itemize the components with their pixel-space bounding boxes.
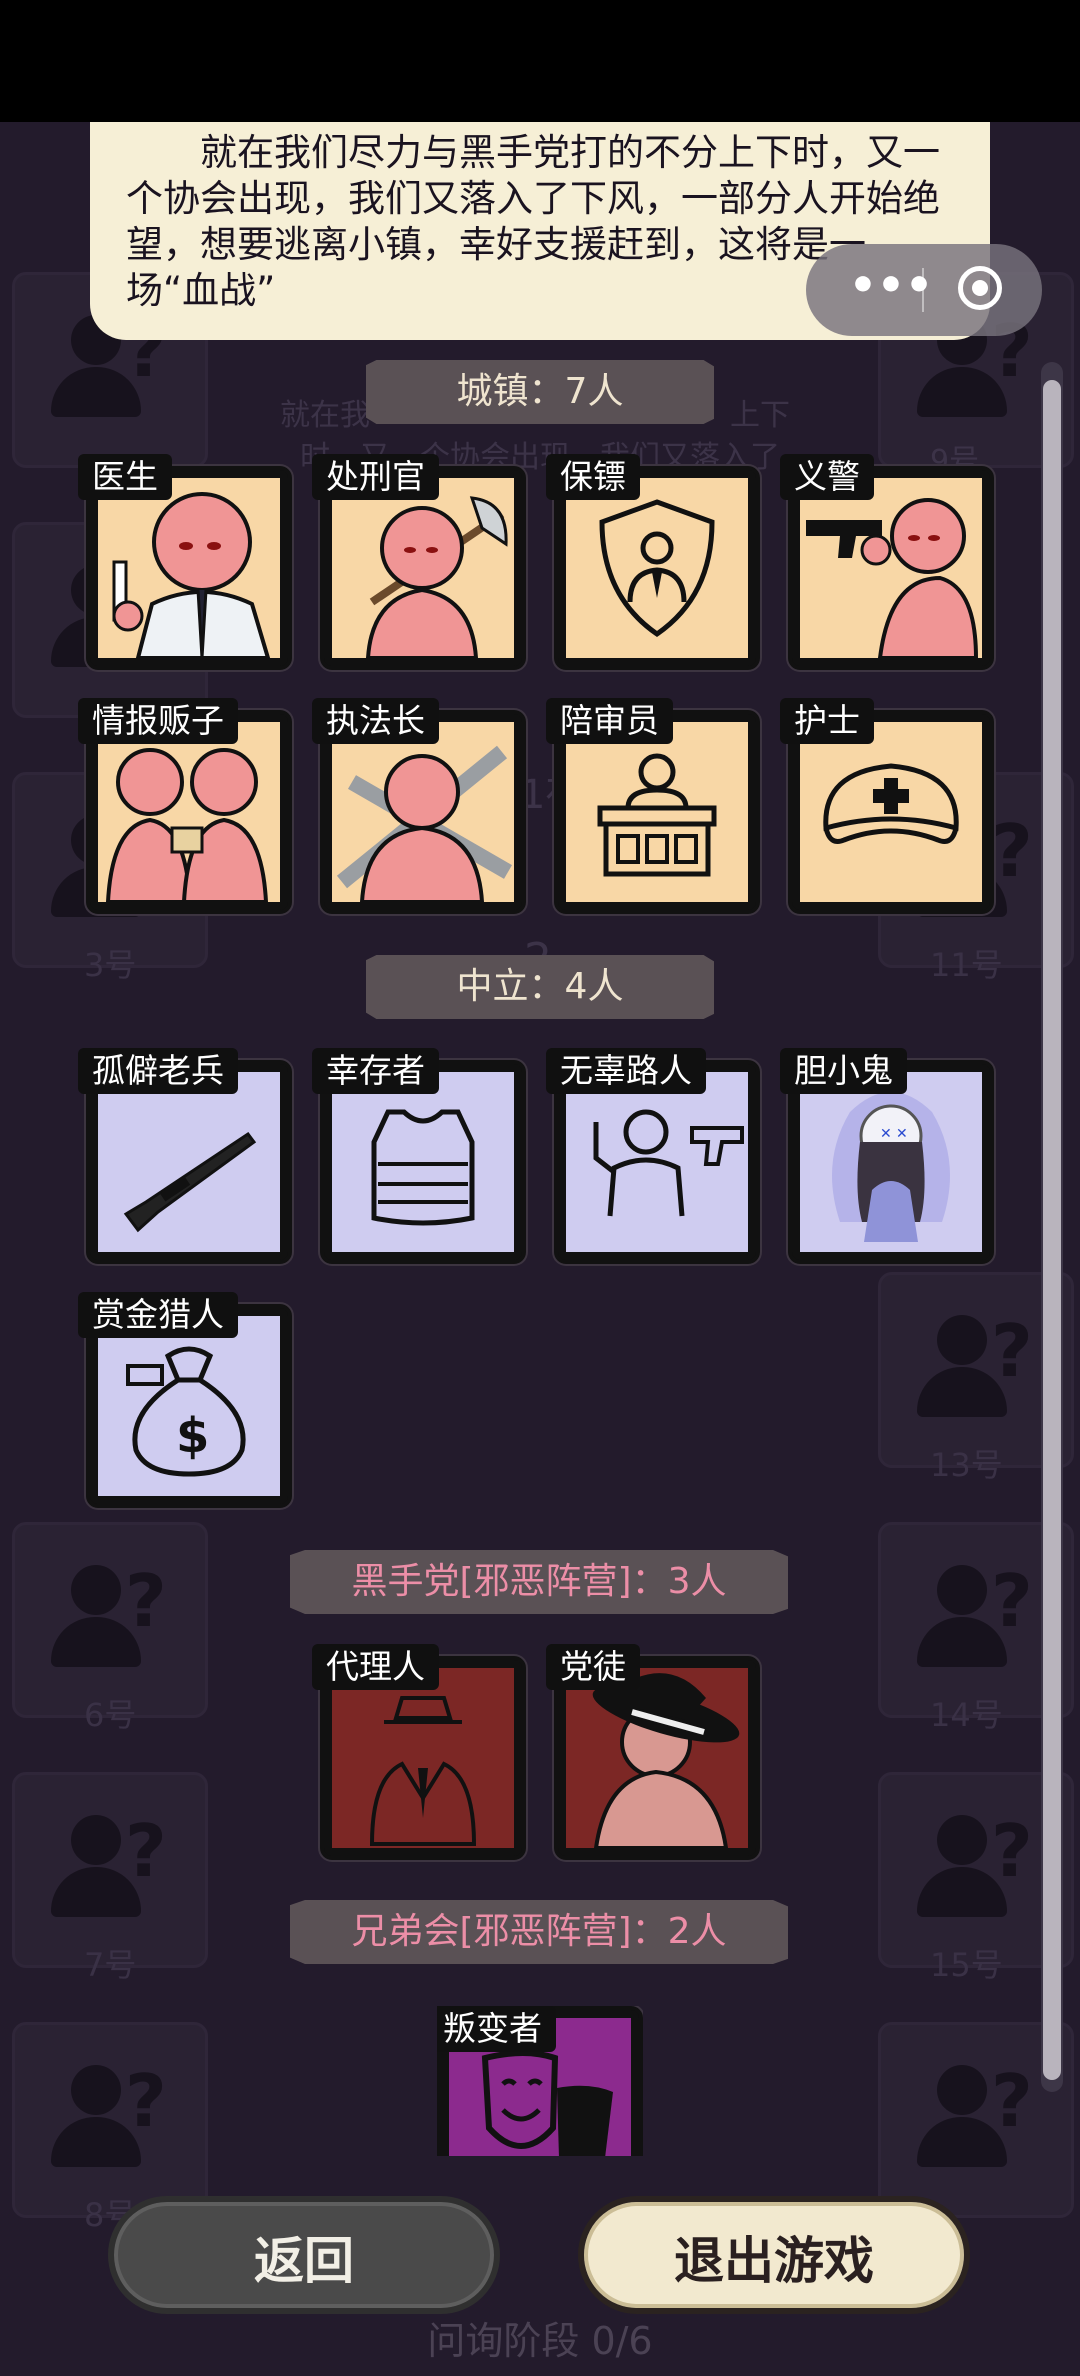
bg-story-fragment: 上下 [730, 398, 790, 433]
ghost-girl-icon: ✕ ✕ [832, 1092, 950, 1242]
seat-number: 6号 [84, 1696, 137, 1734]
card-art [566, 1072, 748, 1252]
hands-up-gun-icon [593, 1109, 744, 1217]
card-art: ✕ ✕ [800, 1072, 982, 1252]
card-art [332, 1668, 514, 1848]
role-card-mafioso[interactable]: 党徒 [546, 1644, 760, 1860]
card-art [98, 722, 280, 902]
jury-podium-icon [597, 753, 717, 877]
shield-icon [599, 499, 715, 638]
role-card-traitor[interactable]: 叛变者 [437, 2006, 643, 2156]
pistol-icon [806, 498, 979, 658]
informant-icon [105, 748, 269, 902]
card-art [566, 1668, 748, 1848]
role-card-informant[interactable]: 情报贩子 [78, 698, 292, 914]
seat-number: 11号 [930, 946, 1003, 984]
card-art [98, 478, 280, 658]
seat-number: 14号 [930, 1696, 1003, 1734]
bg-story-fragment: 就在我 [280, 398, 370, 433]
role-card-bystander[interactable]: 无辜路人 [546, 1048, 760, 1264]
seat-number: 15号 [930, 1946, 1003, 1984]
role-label: 无辜路人 [546, 1048, 706, 1094]
phase-indicator: 问询阶段 0/6 [427, 2319, 653, 2363]
role-card-doctor[interactable]: 医生 [78, 454, 292, 670]
fedora-man-icon [592, 1673, 740, 1848]
card-art [332, 1072, 514, 1252]
svg-text:✕: ✕ [880, 1126, 892, 1142]
group-header-town: 城镇：7人 [366, 360, 714, 424]
role-card-consigliere[interactable]: 代理人 [312, 1644, 526, 1860]
seat-slot: ? [12, 1522, 208, 1718]
suit-hat-icon [369, 1696, 477, 1846]
seat-number: 3号 [84, 946, 137, 984]
role-label: 护士 [780, 698, 874, 744]
role-label: 赏金猎人 [78, 1292, 238, 1338]
role-card-vigilante[interactable]: 义警 [780, 454, 994, 670]
rifle-icon [123, 1131, 257, 1233]
role-card-juror[interactable]: 陪审员 [546, 698, 760, 914]
role-card-bodyguard[interactable]: 保镖 [546, 454, 760, 670]
role-card-marshal[interactable]: 执法长 [312, 698, 526, 914]
role-label: 情报贩子 [78, 698, 238, 744]
capsule-divider [922, 268, 924, 312]
doctor-icon [112, 492, 271, 658]
axe-icon [365, 496, 508, 658]
group-header-brotherhood: 兄弟会[邪恶阵营]：2人 [290, 1900, 788, 1964]
role-card-survivor[interactable]: 幸存者 [312, 1048, 526, 1264]
seat-slot: ? [12, 2022, 208, 2218]
role-label: 处刑官 [312, 454, 439, 500]
scrollbar-thumb[interactable] [1043, 380, 1061, 2080]
role-label: 孤僻老兵 [78, 1048, 238, 1094]
seat-slot: ? [12, 1772, 208, 1968]
role-card-bounty-hunter[interactable]: $ 赏金猎人 [78, 1292, 292, 1508]
seat-number: 13号 [930, 1446, 1003, 1484]
bulletproof-vest-icon [371, 1109, 475, 1226]
money-bag-icon: $ [126, 1346, 246, 1477]
role-label: 幸存者 [312, 1048, 439, 1094]
card-art [566, 478, 748, 658]
status-bar [0, 0, 1080, 122]
role-label: 叛变者 [437, 2006, 556, 2052]
role-label: 执法长 [312, 698, 439, 744]
card-art [800, 722, 982, 902]
group-header-neutral: 中立：4人 [366, 955, 714, 1019]
role-card-coward[interactable]: ✕ ✕ 胆小鬼 [780, 1048, 994, 1264]
role-card-veteran[interactable]: 孤僻老兵 [78, 1048, 292, 1264]
role-label: 党徒 [546, 1644, 640, 1690]
group-header-mafia: 黑手党[邪恶阵营]：3人 [290, 1550, 788, 1614]
mini-program-capsule: ••• [806, 244, 1042, 336]
role-label: 代理人 [312, 1644, 439, 1690]
more-dots-icon[interactable]: ••• [836, 264, 946, 314]
role-card-executioner[interactable]: 处刑官 [312, 454, 526, 670]
role-label: 陪审员 [546, 698, 673, 744]
card-art [332, 478, 514, 658]
role-card-nurse[interactable]: 护士 [780, 698, 994, 914]
card-art [566, 722, 748, 902]
target-circle-icon[interactable] [958, 266, 1002, 310]
crossed-swords-icon [336, 745, 512, 902]
role-label: 保镖 [546, 454, 640, 500]
svg-text:✕: ✕ [896, 1126, 908, 1142]
card-art: $ [98, 1316, 280, 1496]
seat-number: 7号 [84, 1946, 137, 1984]
role-label: 胆小鬼 [780, 1048, 907, 1094]
card-art [332, 722, 514, 902]
card-art [800, 478, 982, 658]
card-art [98, 1072, 280, 1252]
role-label: 医生 [78, 454, 172, 500]
exit-game-button[interactable]: 退出游戏 [578, 2196, 970, 2314]
nurse-cap-icon [823, 763, 959, 844]
svg-text:$: $ [176, 1408, 209, 1464]
back-button[interactable]: 返回 [108, 2196, 500, 2314]
role-label: 义警 [780, 454, 874, 500]
